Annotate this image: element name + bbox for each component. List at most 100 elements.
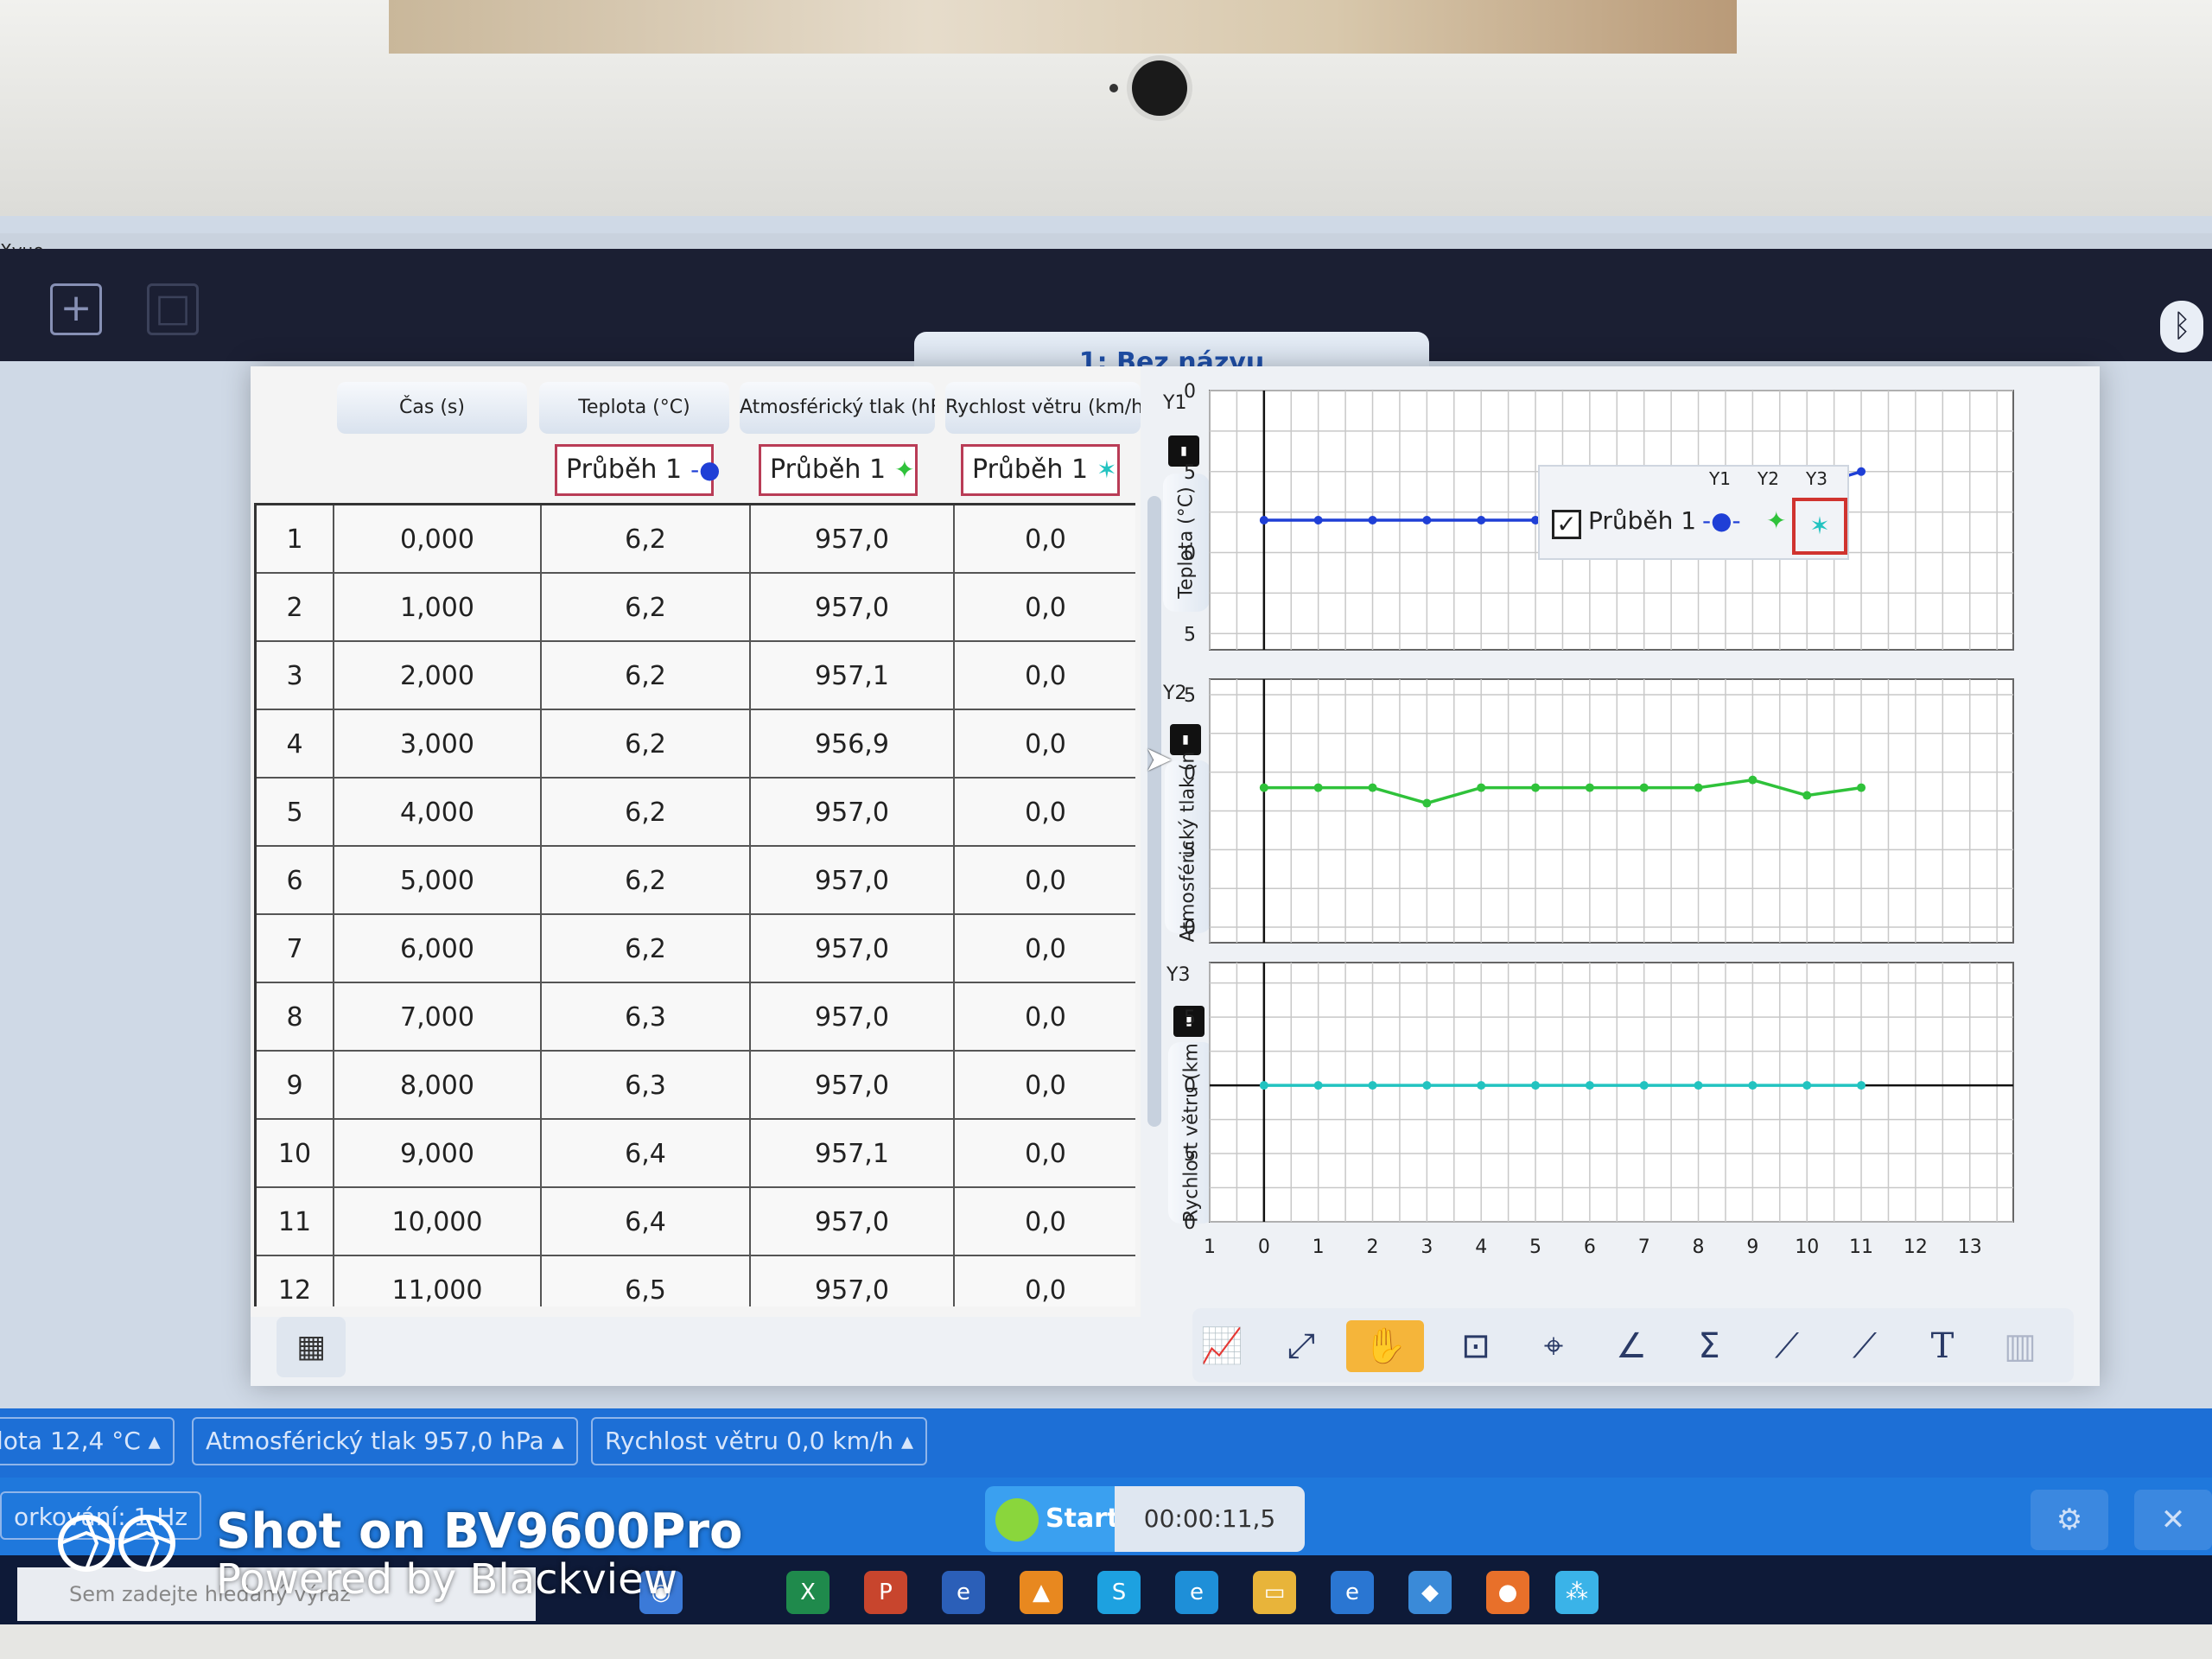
table-row[interactable]: 2 1,000 6,2 957,0 0,0 xyxy=(257,574,1135,642)
series-box-wind[interactable]: Průběh 1 ✶ xyxy=(961,444,1120,496)
column-header-temperature[interactable]: Teplota (°C) xyxy=(539,382,729,434)
new-document-icon[interactable]: + xyxy=(50,283,102,335)
data-point[interactable] xyxy=(1477,1081,1486,1090)
data-point[interactable] xyxy=(1368,1081,1377,1090)
table-cell-tlak[interactable]: 957,0 xyxy=(751,779,955,847)
plot-background[interactable] xyxy=(1209,962,2014,1223)
start-button[interactable]: Start xyxy=(985,1486,1119,1552)
table-row[interactable]: 8 7,000 6,3 957,0 0,0 xyxy=(257,983,1135,1052)
file-explorer-icon[interactable]: ▭ xyxy=(1253,1571,1296,1614)
data-point[interactable] xyxy=(1585,783,1594,792)
excel-icon[interactable]: X xyxy=(786,1571,830,1614)
data-point[interactable] xyxy=(1694,1081,1703,1090)
table-cell-teplota[interactable]: 6,3 xyxy=(542,1052,751,1120)
powerpoint-icon[interactable]: P xyxy=(864,1571,907,1614)
firefox-icon[interactable]: ● xyxy=(1486,1571,1529,1614)
table-cell-teplota[interactable]: 6,2 xyxy=(542,574,751,642)
curve-fit-icon[interactable]: ⟋ xyxy=(1761,1320,1813,1372)
table-row[interactable]: 1 0,000 6,2 957,0 0,0 xyxy=(257,505,1135,574)
table-cell-vitr[interactable]: 0,0 xyxy=(955,1120,1135,1188)
table-cell-tlak[interactable]: 957,0 xyxy=(751,1188,955,1256)
data-point[interactable] xyxy=(1694,783,1703,792)
table-cell-cas[interactable]: 6,000 xyxy=(334,915,542,983)
data-point[interactable] xyxy=(1477,516,1486,524)
linear-fit-icon[interactable]: ⟋ xyxy=(1839,1320,1891,1372)
table-row[interactable]: 6 5,000 6,2 957,0 0,0 xyxy=(257,847,1135,915)
cyan-cross-marker-icon[interactable]: ✶ xyxy=(1792,498,1847,555)
table-cell-vitr[interactable]: 0,0 xyxy=(955,710,1135,779)
table-cell-tlak[interactable]: 957,0 xyxy=(751,847,955,915)
table-cell-vitr[interactable]: 0,0 xyxy=(955,1052,1135,1120)
app-icon[interactable]: e xyxy=(942,1571,985,1614)
data-point[interactable] xyxy=(1313,1081,1323,1090)
sigma-statistics-icon[interactable]: Σ xyxy=(1683,1320,1735,1372)
table-cell-vitr[interactable]: 0,0 xyxy=(955,574,1135,642)
data-point[interactable] xyxy=(1422,516,1432,524)
data-point[interactable] xyxy=(1748,1081,1758,1090)
table-cell-cas[interactable]: 0,000 xyxy=(334,505,542,574)
pressure-sensor-chip[interactable]: Atmosférický tlak 957,0 hPa ▴ xyxy=(192,1417,578,1465)
blue-dot-marker-icon[interactable]: -●- xyxy=(1702,506,1741,535)
data-point[interactable] xyxy=(1857,1081,1866,1090)
data-point[interactable] xyxy=(1857,783,1866,792)
table-row[interactable]: 9 8,000 6,3 957,0 0,0 xyxy=(257,1052,1135,1120)
table-cell-vitr[interactable]: 0,0 xyxy=(955,1256,1135,1306)
table-cell-vitr[interactable]: 0,0 xyxy=(955,642,1135,710)
tools-icon[interactable]: ✕ xyxy=(2134,1490,2212,1550)
data-point[interactable] xyxy=(1368,783,1377,792)
data-point[interactable] xyxy=(1259,516,1268,524)
legend-series-checkbox[interactable]: ✓ xyxy=(1552,510,1581,539)
skype-icon[interactable]: S xyxy=(1097,1571,1141,1614)
temperature-sensor-chip[interactable]: lota 12,4 °C ▴ xyxy=(0,1417,175,1465)
table-cell-teplota[interactable]: 6,2 xyxy=(542,505,751,574)
wind-sensor-chip[interactable]: Rychlost větru 0,0 km/h ▴ xyxy=(591,1417,928,1465)
data-point[interactable] xyxy=(1259,783,1268,792)
table-cell-tlak[interactable]: 956,9 xyxy=(751,710,955,779)
graph-legend[interactable]: Y1 Y2 Y3 ✓ Průběh 1 -●- ✦ ✶ xyxy=(1538,465,1849,560)
vernier-app-icon[interactable]: ⁂ xyxy=(1555,1571,1599,1614)
table-cell-teplota[interactable]: 6,2 xyxy=(542,642,751,710)
table-cell-teplota[interactable]: 6,4 xyxy=(542,1188,751,1256)
select-region-icon[interactable]: ⊡ xyxy=(1450,1320,1502,1372)
table-cell-tlak[interactable]: 957,0 xyxy=(751,574,955,642)
tangent-icon[interactable]: ∠ xyxy=(1605,1320,1657,1372)
table-cell-teplota[interactable]: 6,5 xyxy=(542,1256,751,1306)
table-cell-teplota[interactable]: 6,2 xyxy=(542,915,751,983)
table-cell-teplota[interactable]: 6,2 xyxy=(542,847,751,915)
column-header-wind[interactable]: Rychlost větru (km/h xyxy=(945,382,1141,434)
table-cell-vitr[interactable]: 0,0 xyxy=(955,915,1135,983)
data-point[interactable] xyxy=(1748,775,1758,785)
more-tools-icon[interactable]: ▥ xyxy=(1994,1320,2046,1372)
table-cell-tlak[interactable]: 957,0 xyxy=(751,983,955,1052)
internet-explorer-icon[interactable]: e xyxy=(1331,1571,1374,1614)
table-cell-teplota[interactable]: 6,2 xyxy=(542,710,751,779)
data-point[interactable] xyxy=(1422,798,1432,808)
table-vertical-scrollbar[interactable] xyxy=(1147,496,1161,1127)
pan-hand-icon[interactable]: ✋ xyxy=(1346,1320,1424,1372)
table-cell-vitr[interactable]: 0,0 xyxy=(955,505,1135,574)
table-cell-teplota[interactable]: 6,3 xyxy=(542,983,751,1052)
data-point[interactable] xyxy=(1531,1081,1541,1090)
table-cell-tlak[interactable]: 957,0 xyxy=(751,1256,955,1306)
table-cell-teplota[interactable]: 6,2 xyxy=(542,779,751,847)
open-document-icon[interactable]: □ xyxy=(147,283,199,335)
table-cell-cas[interactable]: 4,000 xyxy=(334,779,542,847)
table-cell-tlak[interactable]: 957,0 xyxy=(751,1052,955,1120)
series-box-pressure[interactable]: Průběh 1 ✦ xyxy=(759,444,918,496)
data-point[interactable] xyxy=(1802,791,1812,800)
green-star-marker-icon[interactable]: ✦ xyxy=(1766,506,1786,535)
table-cell-cas[interactable]: 2,000 xyxy=(334,642,542,710)
table-row[interactable]: 7 6,000 6,2 957,0 0,0 xyxy=(257,915,1135,983)
data-point[interactable] xyxy=(1477,783,1486,792)
table-cell-tlak[interactable]: 957,1 xyxy=(751,1120,955,1188)
table-cell-cas[interactable]: 11,000 xyxy=(334,1256,542,1306)
sensor-settings-icon[interactable]: ⚙ xyxy=(2031,1490,2108,1550)
text-annotation-icon[interactable]: T xyxy=(1916,1320,1968,1372)
data-point[interactable] xyxy=(1531,783,1541,792)
table-cell-cas[interactable]: 10,000 xyxy=(334,1188,542,1256)
table-row[interactable]: 11 10,000 6,4 957,0 0,0 xyxy=(257,1188,1135,1256)
table-cell-tlak[interactable]: 957,0 xyxy=(751,505,955,574)
table-cell-teplota[interactable]: 6,4 xyxy=(542,1120,751,1188)
app-icon[interactable]: ◆ xyxy=(1408,1571,1452,1614)
table-row[interactable]: 3 2,000 6,2 957,1 0,0 xyxy=(257,642,1135,710)
